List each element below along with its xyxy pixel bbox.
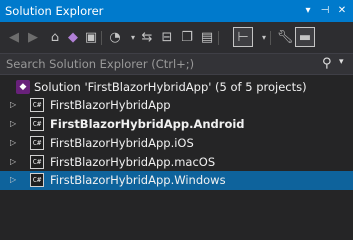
- project-label: FirstBlazorHybridApp.iOS: [50, 136, 194, 150]
- close-icon[interactable]: ✕: [334, 3, 350, 19]
- tree-row-solution[interactable]: ◆ Solution 'FirstBlazorHybridApp' (5 of …: [0, 79, 353, 96]
- csharp-project-icon: C#: [30, 117, 44, 131]
- search-input[interactable]: Search Solution Explorer (Ctrl+;): [6, 57, 194, 71]
- tree-row-project[interactable]: ▷ C# FirstBlazorHybridApp.iOS: [0, 135, 353, 152]
- expand-arrow-icon[interactable]: ▷: [10, 174, 18, 186]
- project-label: FirstBlazorHybridApp.Android: [50, 117, 245, 131]
- back-icon[interactable]: ◀: [5, 28, 23, 46]
- properties-icon[interactable]: ▤: [198, 28, 216, 46]
- csharp-project-icon: C#: [30, 98, 44, 112]
- toolbar-separator: [101, 31, 102, 45]
- tree-row-project[interactable]: ▷ C# FirstBlazorHybridApp.macOS: [0, 154, 353, 171]
- toolbar-separator: [270, 31, 271, 45]
- tree-row-project[interactable]: ▷ C# FirstBlazorHybridApp.Android: [0, 116, 353, 133]
- chevron-down-icon[interactable]: ▾: [339, 57, 344, 67]
- toolbar-separator: [218, 31, 219, 45]
- csharp-project-icon: C#: [30, 136, 44, 150]
- preview-icon[interactable]: ⊢: [233, 27, 253, 47]
- settings-icon[interactable]: 🔧︎: [276, 28, 294, 46]
- window-title: Solution Explorer: [5, 4, 104, 18]
- solution-icon: ◆: [16, 80, 30, 94]
- vs-icon[interactable]: ◆: [64, 28, 82, 46]
- title-bar: Solution Explorer ▾ ⊣ ✕: [0, 0, 353, 22]
- solution-label: Solution 'FirstBlazorHybridApp' (5 of 5 …: [34, 80, 307, 94]
- project-label: FirstBlazorHybridApp.macOS: [50, 155, 216, 169]
- expand-arrow-icon[interactable]: ▷: [10, 99, 18, 111]
- minus-icon[interactable]: ▬: [295, 27, 315, 47]
- chevron-down-icon[interactable]: ▾: [300, 3, 316, 19]
- show-all-files-icon[interactable]: ❐: [178, 28, 196, 46]
- csharp-project-icon: C#: [30, 155, 44, 169]
- sync-icon[interactable]: ⇆: [138, 28, 156, 46]
- collapse-icon[interactable]: ⊟: [158, 28, 176, 46]
- tree-row-project[interactable]: ▷ C# FirstBlazorHybridApp: [0, 97, 353, 114]
- expand-arrow-icon[interactable]: ▷: [10, 156, 18, 168]
- history-icon[interactable]: ◔: [106, 28, 124, 46]
- forward-icon[interactable]: ▶: [24, 28, 42, 46]
- pin-icon[interactable]: ⊣: [317, 3, 333, 19]
- expand-arrow-icon[interactable]: ▷: [10, 137, 18, 149]
- search-icon[interactable]: ⚲: [322, 56, 332, 71]
- project-label: FirstBlazorHybridApp.Windows: [50, 173, 226, 187]
- search-box[interactable]: Search Solution Explorer (Ctrl+;) ⚲ ▾: [0, 53, 353, 75]
- toolbar: ◀ ▶ ⌂ ◆ ▣ ◔ ▾ ⇆ ⊟ ❐ ▤ ⊢ ▾ 🔧︎ ▬: [0, 22, 353, 53]
- home-icon[interactable]: ⌂: [46, 28, 64, 46]
- tree-row-project-selected[interactable]: ▷ C# FirstBlazorHybridApp.Windows: [0, 171, 353, 190]
- switch-views-icon[interactable]: ▣: [82, 28, 100, 46]
- csharp-project-icon: C#: [30, 173, 44, 187]
- project-label: FirstBlazorHybridApp: [50, 98, 171, 112]
- expand-arrow-icon[interactable]: ▷: [10, 118, 18, 130]
